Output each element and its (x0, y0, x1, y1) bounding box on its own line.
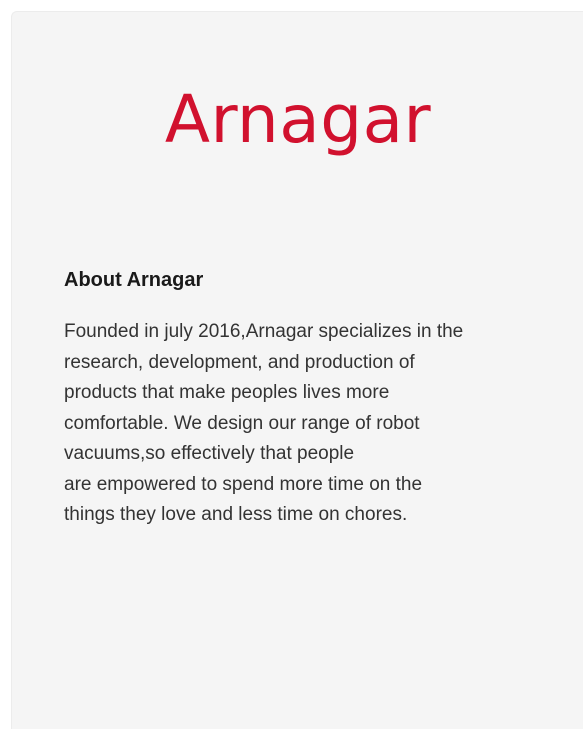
about-description-line: products that make peoples lives more (64, 382, 390, 403)
about-card: Arnagar About Arnagar Founded in july 20… (11, 11, 583, 729)
brand-logo: Arnagar (164, 81, 432, 158)
about-description-line: Founded in july 2016,Arnagar specializes… (64, 321, 464, 342)
about-description-line: comfortable. We design our range of robo… (64, 412, 420, 434)
about-description-line: vacuums,so effectively that people (64, 443, 355, 464)
about-description-line: research, development, and production of (64, 351, 415, 373)
about-title: About Arnagar (64, 269, 204, 291)
about-description: Founded in july 2016,Arnagar specializes… (64, 317, 534, 531)
about-description-line: things they love and less time on chores… (64, 504, 408, 525)
about-description-line: are empowered to spend more time on the (64, 473, 423, 495)
